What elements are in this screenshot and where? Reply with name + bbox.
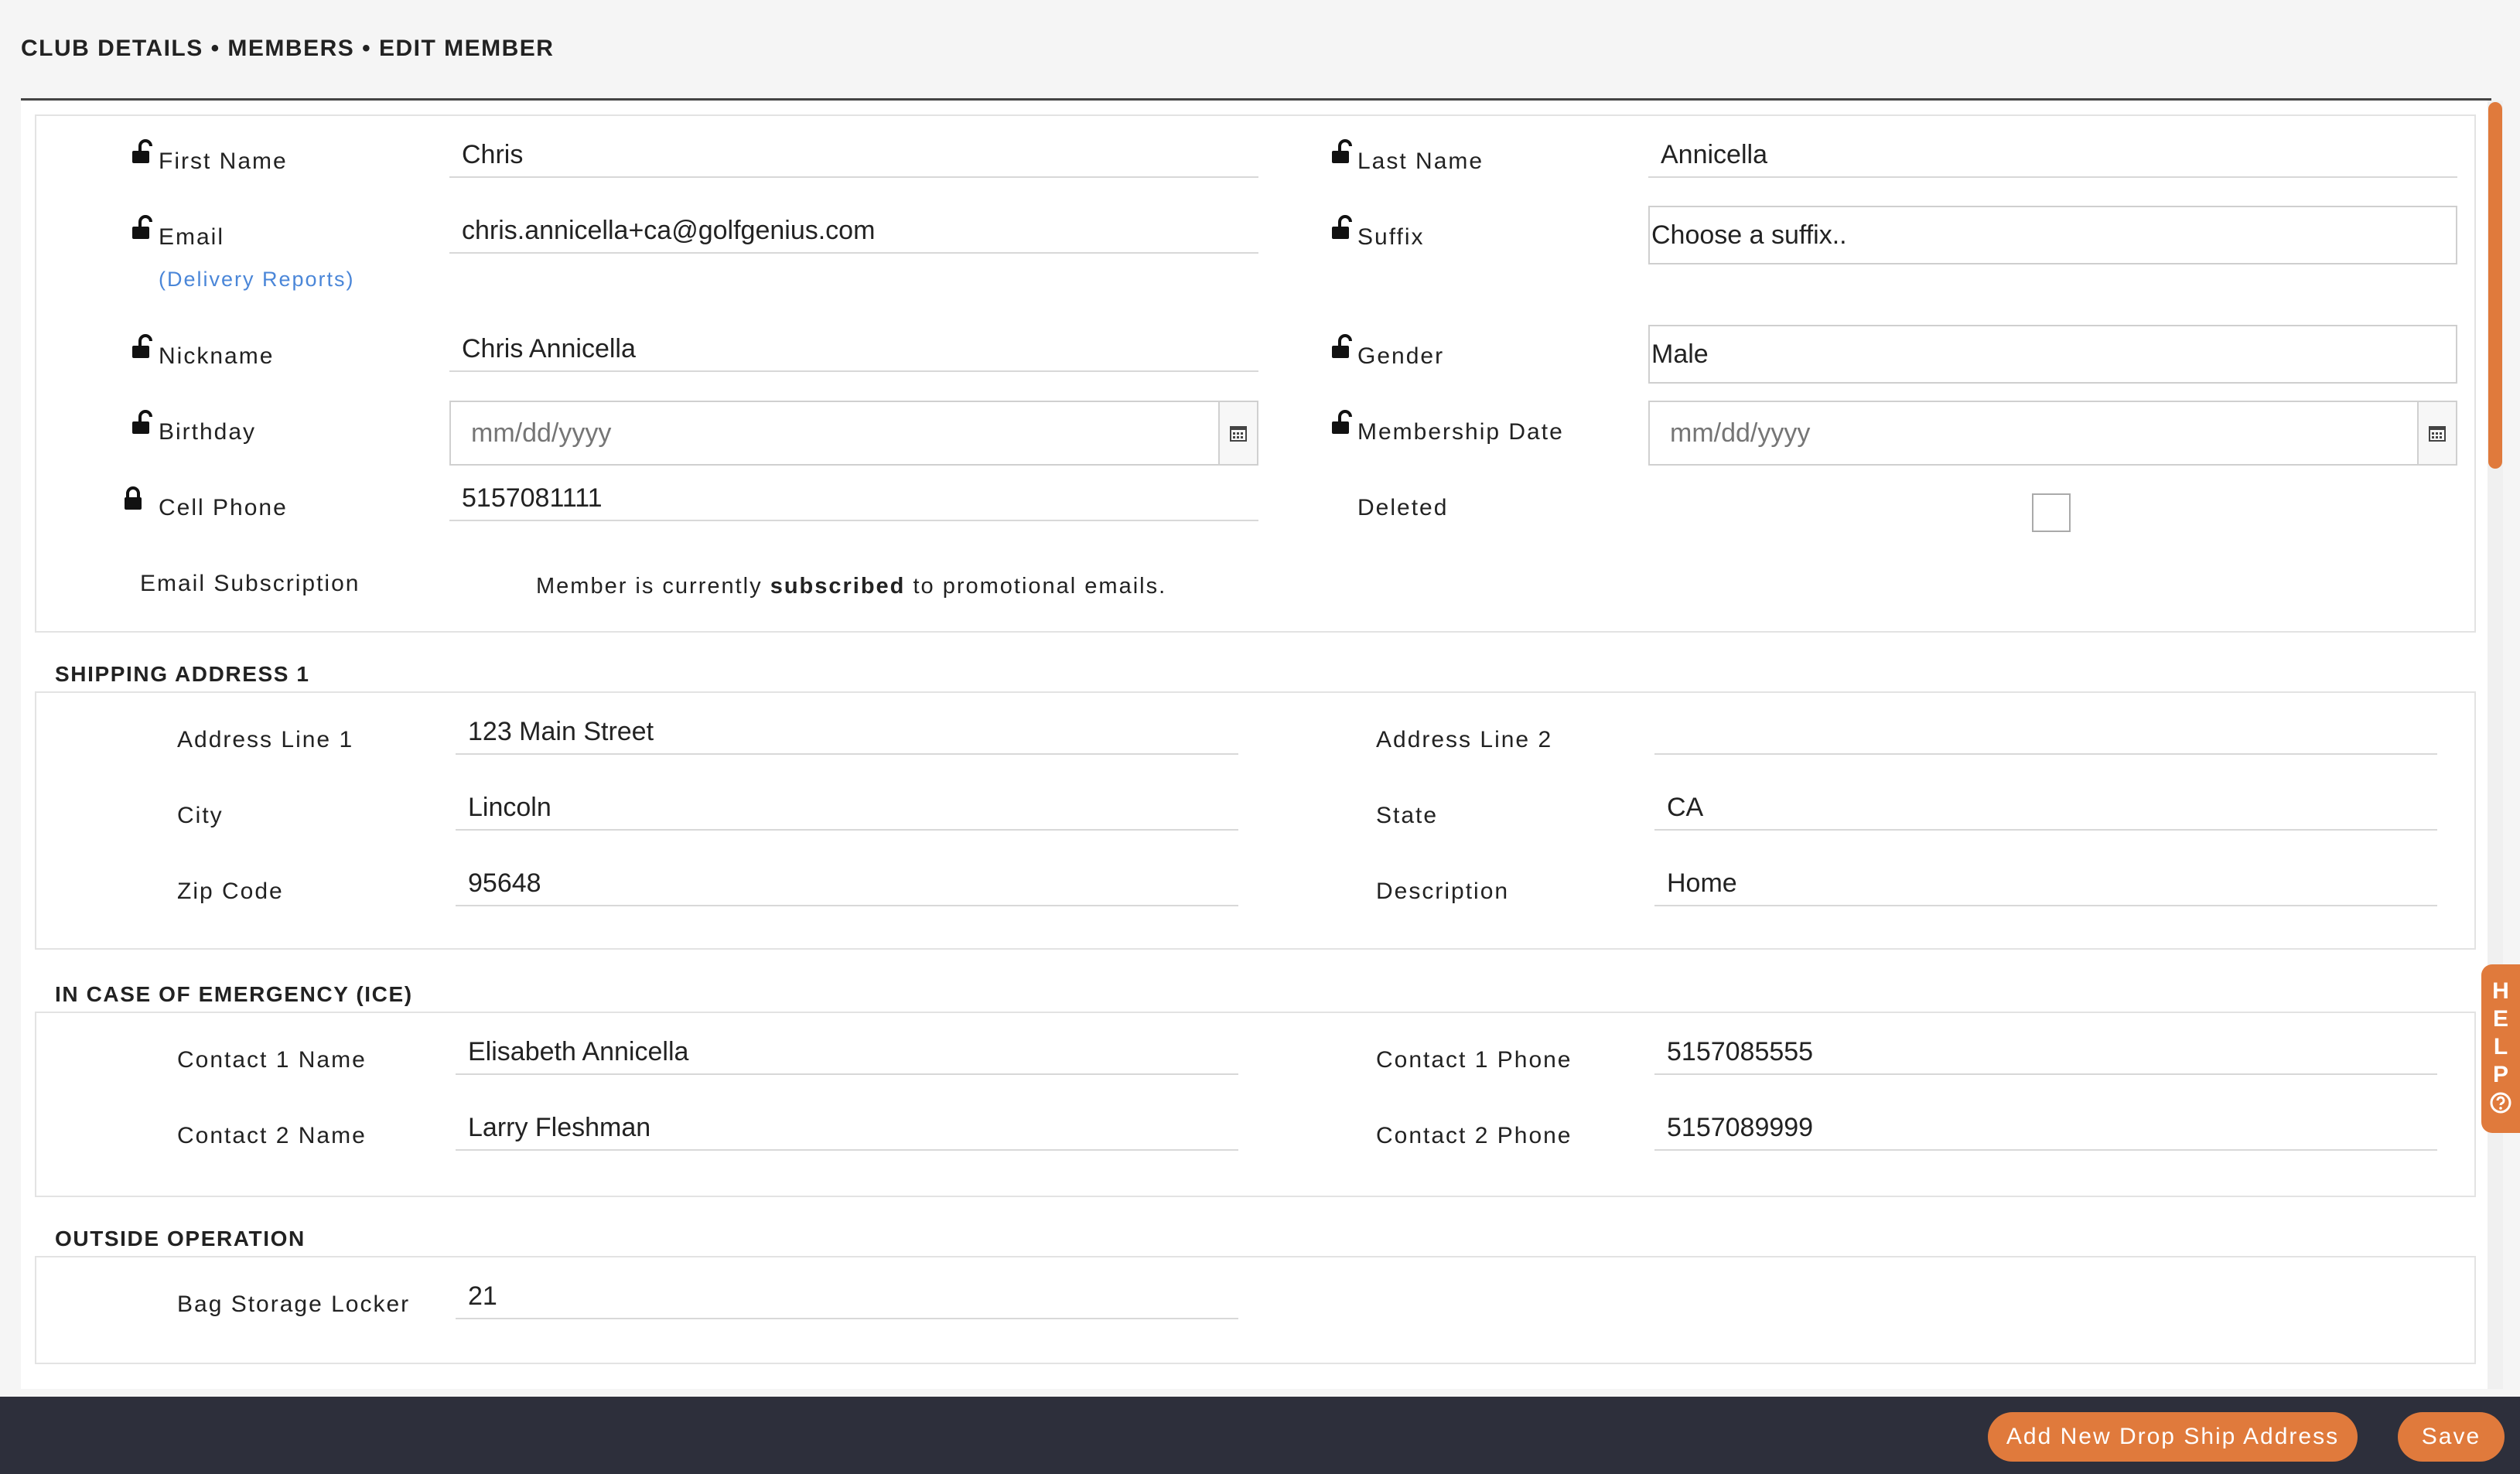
question-circle-icon <box>2490 1092 2511 1114</box>
unlocked-padlock-icon[interactable] <box>131 215 157 241</box>
calendar-icon[interactable] <box>1218 402 1257 464</box>
email-subscription-label: Email Subscription <box>140 571 360 596</box>
contact2-name-label: Contact 2 Name <box>177 1123 367 1148</box>
contact2-phone-input[interactable] <box>1654 1106 2437 1151</box>
scrollbar-thumb[interactable] <box>2488 102 2502 469</box>
state-label: State <box>1376 803 1439 828</box>
description-label: Description <box>1376 879 1510 904</box>
deleted-label: Deleted <box>1357 495 1449 520</box>
membership-date-label: Membership Date <box>1357 419 1564 445</box>
unlocked-padlock-icon[interactable] <box>131 139 157 165</box>
city-input[interactable] <box>456 786 1238 831</box>
calendar-icon[interactable] <box>2417 402 2456 464</box>
contact1-name-label: Contact 1 Name <box>177 1047 367 1073</box>
bag-locker-input[interactable] <box>456 1274 1238 1319</box>
nickname-label: Nickname <box>159 343 275 369</box>
help-tab[interactable]: H E L P <box>2481 964 2520 1133</box>
emergency-box: Contact 1 Name Contact 1 Phone Contact 2… <box>35 1012 2476 1197</box>
first-name-input[interactable] <box>449 133 1258 178</box>
unlocked-padlock-icon[interactable] <box>1330 215 1357 241</box>
last-name-input[interactable] <box>1648 133 2457 178</box>
birthday-field <box>449 401 1258 466</box>
cell-phone-label: Cell Phone <box>159 495 288 520</box>
birthday-input[interactable] <box>451 402 1217 464</box>
gender-select[interactable]: Male <box>1648 325 2457 384</box>
member-form: First Name Last Name Email (Delivery Rep… <box>21 101 2491 1389</box>
unlocked-padlock-icon[interactable] <box>1330 139 1357 165</box>
unlocked-padlock-icon[interactable] <box>131 410 157 436</box>
contact2-phone-label: Contact 2 Phone <box>1376 1123 1572 1148</box>
zip-code-label: Zip Code <box>177 879 284 904</box>
deleted-checkbox[interactable] <box>2032 493 2071 532</box>
birthday-label: Birthday <box>159 419 257 445</box>
email-label: Email <box>159 224 225 250</box>
email-subscription-status-text: Member is currently subscribed to promot… <box>536 574 1166 599</box>
membership-date-input[interactable] <box>1650 402 2416 464</box>
outside-operation-section-title: OUTSIDE OPERATION <box>55 1227 306 1251</box>
description-input[interactable] <box>1654 862 2437 906</box>
nickname-input[interactable] <box>449 327 1258 372</box>
email-input[interactable] <box>449 209 1258 254</box>
breadcrumb: CLUB DETAILS • MEMBERS • EDIT MEMBER <box>21 36 555 61</box>
cell-phone-input[interactable] <box>449 476 1258 521</box>
delivery-reports-link[interactable]: (Delivery Reports) <box>159 268 355 292</box>
gender-label: Gender <box>1357 343 1445 369</box>
subscription-pre-text: Member is currently <box>536 574 763 599</box>
zip-code-input[interactable] <box>456 862 1238 906</box>
help-letter: L <box>2493 1034 2508 1059</box>
address-line1-input[interactable] <box>456 710 1238 755</box>
help-letter: H <box>2492 978 2509 1004</box>
last-name-label: Last Name <box>1357 148 1484 174</box>
first-name-label: First Name <box>159 148 288 174</box>
state-input[interactable] <box>1654 786 2437 831</box>
unlocked-padlock-icon[interactable] <box>131 334 157 360</box>
contact1-name-input[interactable] <box>456 1030 1238 1075</box>
address-line2-label: Address Line 2 <box>1376 727 1553 752</box>
save-button[interactable]: Save <box>2398 1412 2505 1462</box>
subscription-post-text: to promotional emails. <box>913 574 1167 599</box>
address-line1-label: Address Line 1 <box>177 727 354 752</box>
city-label: City <box>177 803 224 828</box>
footer-bar: Add New Drop Ship Address Save <box>0 1397 2520 1474</box>
help-letter: P <box>2492 1062 2508 1087</box>
shipping-box: Address Line 1 Address Line 2 City State… <box>35 691 2476 950</box>
outside-operation-box: Bag Storage Locker <box>35 1256 2476 1364</box>
add-drop-ship-address-button[interactable]: Add New Drop Ship Address <box>1988 1412 2358 1462</box>
address-line2-input[interactable] <box>1654 710 2437 755</box>
unlocked-padlock-icon[interactable] <box>1330 410 1357 436</box>
suffix-select[interactable]: Choose a suffix.. <box>1648 206 2457 264</box>
shipping-section-title: SHIPPING ADDRESS 1 <box>55 662 310 686</box>
suffix-label: Suffix <box>1357 224 1425 250</box>
membership-date-field <box>1648 401 2457 466</box>
member-details-box: First Name Last Name Email (Delivery Rep… <box>35 114 2476 633</box>
contact2-name-input[interactable] <box>456 1106 1238 1151</box>
contact1-phone-input[interactable] <box>1654 1030 2437 1075</box>
contact1-phone-label: Contact 1 Phone <box>1376 1047 1572 1073</box>
bag-locker-label: Bag Storage Locker <box>177 1291 411 1317</box>
subscription-status: subscribed <box>770 574 906 599</box>
locked-padlock-icon[interactable] <box>120 486 146 512</box>
help-letter: E <box>2492 1006 2508 1032</box>
unlocked-padlock-icon[interactable] <box>1330 334 1357 360</box>
emergency-section-title: IN CASE OF EMERGENCY (ICE) <box>55 982 413 1006</box>
